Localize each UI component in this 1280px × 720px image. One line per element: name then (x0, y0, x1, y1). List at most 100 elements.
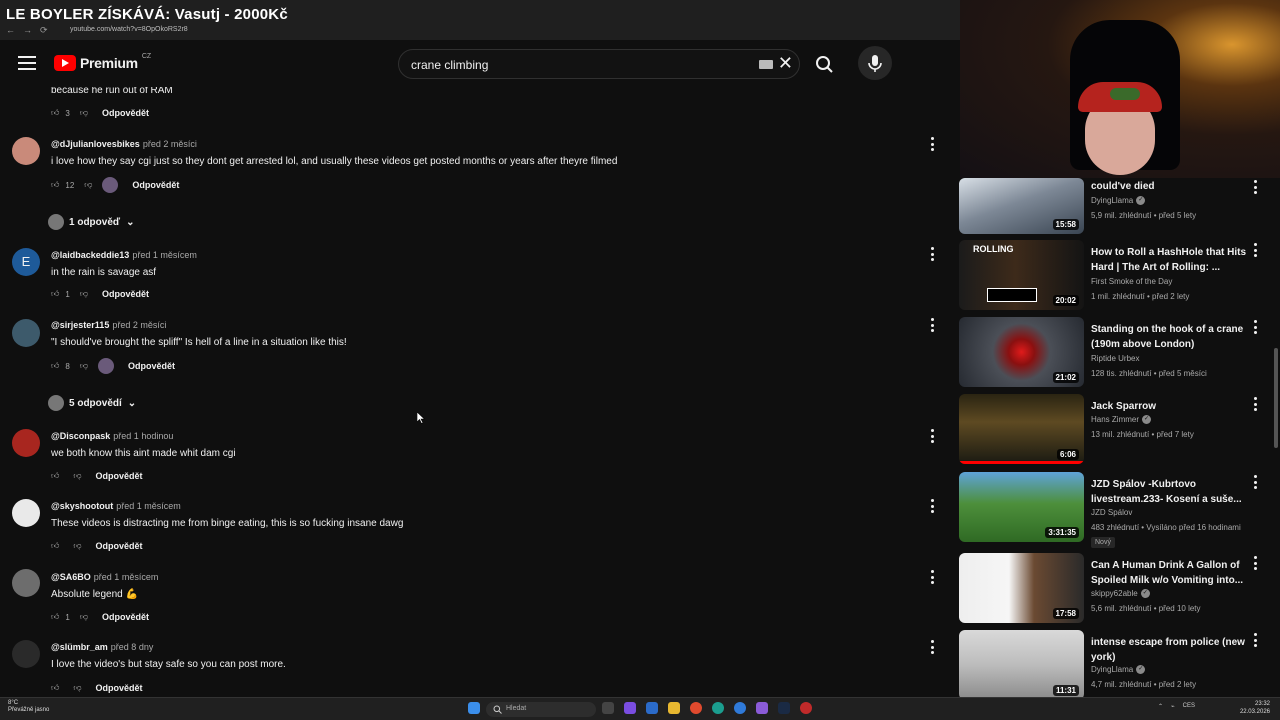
weather-widget[interactable]: 8°C Převážně jasno (8, 700, 49, 714)
more-options-icon[interactable] (1253, 397, 1257, 411)
video-thumbnail[interactable]: ROLLING 20:02 (959, 240, 1084, 310)
chrome-icon[interactable] (690, 702, 702, 714)
like-icon[interactable]: 👍︎ (51, 471, 59, 481)
menu-icon[interactable] (18, 56, 36, 70)
video-thumbnail[interactable]: 21:02 (959, 317, 1084, 387)
language-indicator[interactable]: CES (1183, 703, 1195, 710)
app-icon[interactable] (646, 702, 658, 714)
more-options-icon[interactable] (1253, 475, 1257, 489)
channel-name[interactable]: DyingLlama ✓ (1091, 196, 1146, 206)
video-thumbnail[interactable]: 11:31 (959, 630, 1084, 698)
avatar[interactable] (12, 319, 40, 347)
avatar[interactable] (12, 137, 40, 165)
taskbar-clock[interactable]: 23:32 22.03.2026 (1240, 700, 1270, 716)
edge-icon[interactable] (712, 702, 724, 714)
more-options-icon[interactable] (930, 640, 934, 654)
dislike-icon[interactable]: 👎︎ (73, 541, 81, 551)
taskbar-search[interactable]: Hledat (486, 702, 596, 717)
video-thumbnail[interactable]: 3:31:35 (959, 472, 1084, 542)
reply-button[interactable]: Odpovědět (96, 471, 143, 481)
video-title[interactable]: intense escape from police (new york) (1091, 635, 1251, 665)
related-video-item[interactable]: 6:06 Jack Sparrow Hans Zimmer ✓ 13 mil. z… (958, 394, 1280, 466)
dislike-icon[interactable]: 👎︎ (80, 612, 88, 622)
like-icon[interactable]: 👍︎ (51, 683, 59, 693)
dislike-icon[interactable]: 👎︎ (80, 108, 88, 118)
app-icon[interactable] (624, 702, 636, 714)
address-bar[interactable]: youtube.com/watch?v=8OpOkoRS2r8 (70, 26, 188, 33)
like-icon[interactable]: 👍︎ (51, 541, 59, 551)
related-video-item[interactable]: 21:02 Standing on the hook of a crane (1… (958, 317, 1280, 389)
more-options-icon[interactable] (930, 137, 934, 151)
reply-button[interactable]: Odpovědět (102, 108, 149, 118)
dislike-icon[interactable]: 👎︎ (80, 361, 88, 371)
reply-button[interactable]: Odpovědět (96, 541, 143, 551)
comment-author[interactable]: @SA6BO před 1 měsícem (51, 572, 158, 582)
video-title[interactable]: Jack Sparrow (1091, 399, 1251, 414)
network-icon[interactable]: ⌁ (1171, 703, 1175, 710)
dislike-icon[interactable]: 👎︎ (73, 471, 81, 481)
windows-start-icon[interactable] (468, 702, 480, 714)
related-video-item[interactable]: 17:58 Can A Human Drink A Gallon of Spoi… (958, 553, 1280, 625)
replies-toggle[interactable]: 1 odpověď ⌄ (48, 214, 134, 230)
reply-button[interactable]: Odpovědět (102, 612, 149, 622)
replies-toggle[interactable]: 5 odpovědí ⌄ (48, 395, 136, 411)
avatar[interactable] (12, 499, 40, 527)
related-video-item[interactable]: ROLLING 20:02 How to Roll a HashHole tha… (958, 240, 1280, 312)
search-button[interactable] (806, 49, 842, 79)
related-video-item[interactable]: 3:31:35 JZD Spálov -Kubrtovo livestream.… (958, 472, 1280, 548)
chevron-up-icon[interactable]: ⌃ (1158, 703, 1163, 710)
obs-icon[interactable] (800, 702, 812, 714)
more-options-icon[interactable] (930, 499, 934, 513)
more-options-icon[interactable] (1253, 180, 1257, 194)
like-icon[interactable]: 👍︎ (51, 108, 59, 118)
video-title[interactable]: Can A Human Drink A Gallon of Spoiled Mi… (1091, 558, 1251, 588)
like-icon[interactable]: 👍︎ (51, 361, 59, 371)
more-options-icon[interactable] (1253, 243, 1257, 257)
comment-author[interactable]: @laidbackeddie13 před 1 měsícem (51, 250, 197, 260)
clear-search-icon[interactable]: ✕ (778, 54, 793, 72)
comment-author[interactable]: @sirjester115 před 2 měsíci (51, 320, 166, 330)
more-options-icon[interactable] (930, 247, 934, 261)
channel-name[interactable]: DyingLlama ✓ (1091, 665, 1146, 675)
file-explorer-icon[interactable] (668, 702, 680, 714)
reply-button[interactable]: Odpovědět (102, 289, 149, 299)
channel-name[interactable]: First Smoke of the Day (1091, 277, 1172, 286)
avatar[interactable] (12, 640, 40, 668)
channel-name[interactable]: Hans Zimmer ✓ (1091, 415, 1152, 425)
avatar[interactable] (12, 429, 40, 457)
like-icon[interactable]: 👍︎ (51, 180, 59, 190)
comment-author[interactable]: @skyshootout před 1 měsícem (51, 501, 181, 511)
sidebar-scrollbar[interactable] (1274, 348, 1278, 448)
like-icon[interactable]: 👍︎ (51, 612, 59, 622)
video-thumbnail[interactable]: 17:58 (959, 553, 1084, 623)
task-view-icon[interactable] (602, 702, 614, 714)
more-options-icon[interactable] (1253, 556, 1257, 570)
avatar[interactable]: E (12, 248, 40, 276)
comment-author[interactable]: @dJjulianlovesbikes před 2 měsíci (51, 139, 197, 149)
video-thumbnail[interactable]: 15:58 (959, 178, 1084, 234)
reload-icon[interactable]: ⟳ (40, 25, 48, 36)
back-icon[interactable]: ← (6, 25, 15, 36)
channel-name[interactable]: skippy62able ✓ (1091, 589, 1150, 599)
more-options-icon[interactable] (930, 570, 934, 584)
comment-author[interactable]: @Disconpask před 1 hodinou (51, 431, 173, 441)
keyboard-icon[interactable] (759, 60, 773, 69)
youtube-premium-logo[interactable]: Premium CZ (54, 53, 151, 71)
dislike-icon[interactable]: 👎︎ (84, 180, 92, 190)
avatar[interactable] (12, 569, 40, 597)
related-video-item[interactable]: 11:31 intense escape from police (new yo… (958, 630, 1280, 698)
video-title[interactable]: JZD Spálov -Kubrtovo livestream.233- Kos… (1091, 477, 1251, 507)
dislike-icon[interactable]: 👎︎ (73, 683, 81, 693)
comment-author[interactable]: @slümbr_am před 8 dny (51, 642, 153, 652)
more-options-icon[interactable] (1253, 633, 1257, 647)
more-options-icon[interactable] (1253, 320, 1257, 334)
app-icon[interactable] (734, 702, 746, 714)
channel-name[interactable]: Riptide Urbex (1091, 354, 1139, 363)
reply-button[interactable]: Odpovědět (132, 180, 179, 190)
like-icon[interactable]: 👍︎ (51, 289, 59, 299)
forward-icon[interactable]: → (23, 25, 32, 36)
reply-button[interactable]: Odpovědět (128, 361, 175, 371)
video-title[interactable]: Standing on the hook of a crane (190m ab… (1091, 322, 1251, 352)
steam-icon[interactable] (778, 702, 790, 714)
search-box[interactable]: crane climbing ✕ (398, 49, 800, 79)
